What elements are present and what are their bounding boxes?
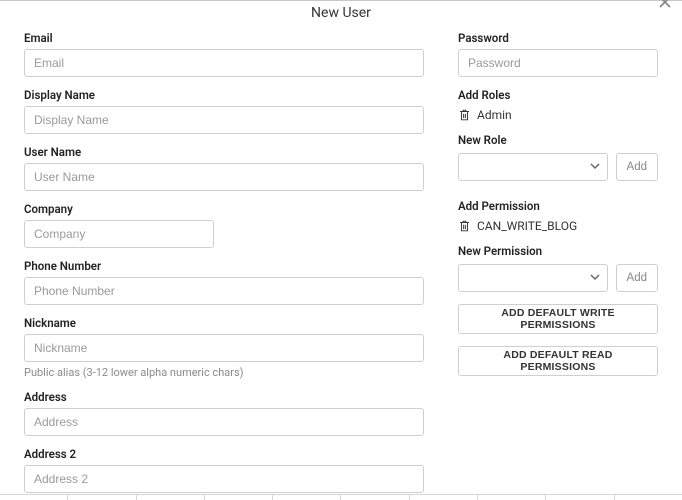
email-label: Email [24,31,424,45]
add-default-read-button[interactable]: ADD DEFAULT READ PERMISSIONS [458,346,658,376]
footer-tabs [0,494,682,500]
role-item: Admin [458,108,658,122]
new-role-label: New Role [458,133,658,147]
close-icon[interactable] [658,0,672,12]
left-column: Email Display Name User Name Company Pho… [24,31,424,500]
new-permission-select[interactable] [458,264,608,292]
add-permission-heading: Add Permission [458,199,658,213]
address2-label: Address 2 [24,447,424,461]
role-item-label: Admin [477,108,512,122]
new-user-dialog: New User Email Display Name User Name Co… [0,0,682,500]
dialog-title: New User [0,1,682,31]
trash-icon[interactable] [458,108,471,122]
password-field[interactable] [458,49,658,77]
new-role-select[interactable] [458,153,608,181]
phone-field[interactable] [24,277,424,305]
user-name-field[interactable] [24,163,424,191]
nickname-label: Nickname [24,316,424,330]
address-label: Address [24,390,424,404]
add-role-button[interactable]: Add [616,153,658,181]
add-roles-heading: Add Roles [458,88,658,102]
add-default-write-button[interactable]: ADD DEFAULT WRITE PERMISSIONS [458,304,658,334]
trash-icon[interactable] [458,219,471,233]
permission-item: CAN_WRITE_BLOG [458,219,658,233]
add-permission-button[interactable]: Add [616,264,658,292]
nickname-field[interactable] [24,334,424,362]
address2-field[interactable] [24,465,424,493]
company-field[interactable] [24,220,214,248]
display-name-field[interactable] [24,106,424,134]
new-permission-label: New Permission [458,244,658,258]
company-label: Company [24,202,424,216]
right-column: Password Add Roles Admin New Role [458,31,658,500]
permission-item-label: CAN_WRITE_BLOG [477,219,577,233]
phone-label: Phone Number [24,259,424,273]
email-field[interactable] [24,49,424,77]
password-label: Password [458,31,658,45]
user-name-label: User Name [24,145,424,159]
address-field[interactable] [24,408,424,436]
nickname-hint: Public alias (3-12 lower alpha numeric c… [24,366,424,379]
display-name-label: Display Name [24,88,424,102]
